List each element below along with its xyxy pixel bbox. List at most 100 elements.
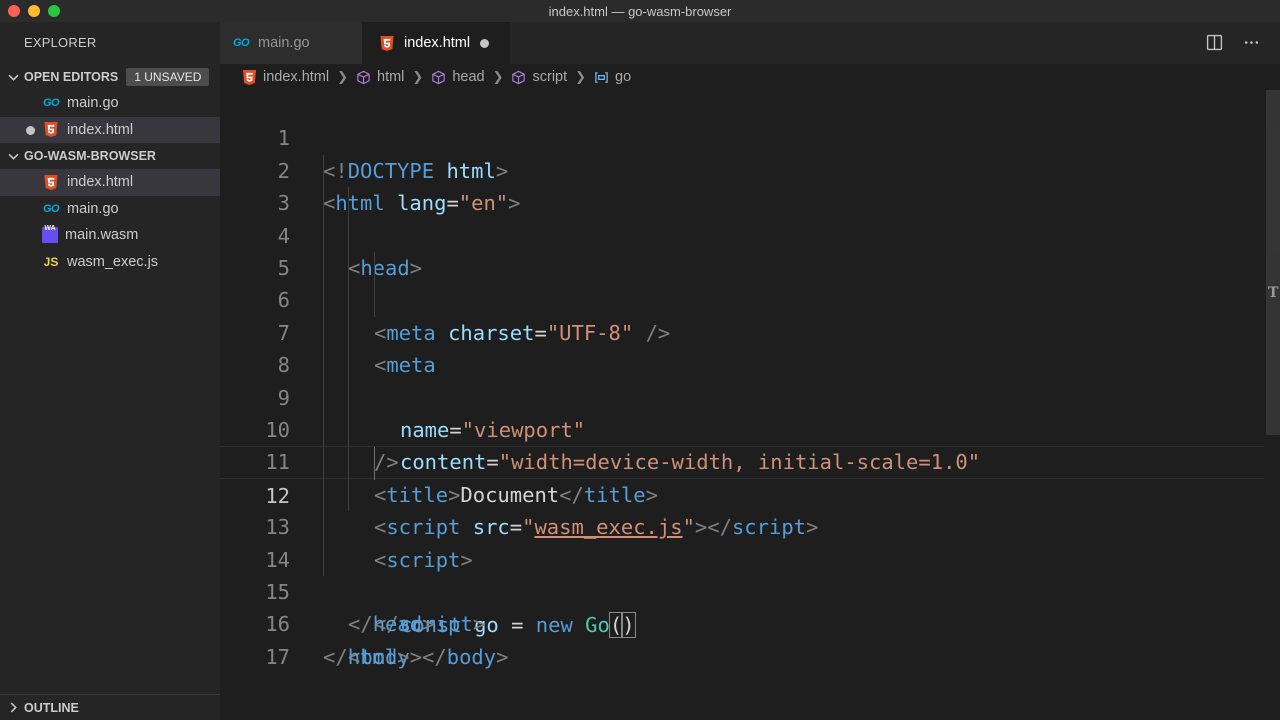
tab-main-go[interactable]: GO main.go — [220, 22, 362, 64]
indent-guide — [323, 349, 324, 382]
breadcrumb: index.html ❯ html ❯ head ❯ script ❯ go — [220, 64, 1280, 90]
code-line: 4 <meta charset="UTF-8" /> — [220, 187, 1264, 345]
breadcrumb-item-head[interactable]: head — [431, 69, 485, 85]
indent-guide — [348, 381, 349, 414]
indent-guide — [374, 447, 375, 480]
js-icon: JS — [43, 254, 59, 269]
editor-actions — [1206, 34, 1260, 56]
file-label: wasm_exec.js — [67, 253, 159, 270]
file-item-index-html[interactable]: index.html — [0, 169, 220, 196]
code-text: </html> — [323, 644, 410, 669]
indent-guide — [374, 252, 375, 285]
file-label: index.html — [67, 174, 134, 190]
chevron-right-icon: ❯ — [492, 69, 504, 84]
indent-guide — [323, 154, 324, 188]
outline-label: OUTLINE — [24, 700, 79, 715]
code-line: 14 </head> — [220, 511, 1264, 636]
indent-guide — [348, 187, 349, 220]
indent-guide — [348, 284, 349, 317]
explorer-sidebar: EXPLORER OPEN EDITORS 1 UNSAVED GO main.… — [0, 22, 220, 720]
indent-guide — [348, 316, 349, 350]
file-label: index.html — [67, 121, 134, 138]
project-label: GO-WASM-BROWSER — [24, 149, 156, 163]
breadcrumb-item-script[interactable]: script — [511, 69, 567, 85]
open-editors-label: OPEN EDITORS — [24, 70, 119, 84]
open-editor-item-index-html[interactable]: index.html — [0, 116, 220, 143]
open-editors-header[interactable]: OPEN EDITORS 1 UNSAVED — [0, 64, 220, 90]
html5-icon — [378, 35, 396, 51]
indent-guide — [348, 219, 349, 252]
code-line: 15 <body></body> — [220, 543, 1264, 669]
breadcrumb-label: html — [377, 69, 405, 85]
code-line: 17 — [220, 608, 1264, 669]
unsaved-dot-icon[interactable] — [480, 38, 490, 48]
indent-guide — [323, 381, 324, 414]
go-icon: GO — [42, 97, 60, 109]
open-editor-item-main-go[interactable]: GO main.go — [0, 90, 220, 117]
file-item-main-wasm[interactable]: WA main.wasm — [0, 222, 220, 249]
code-line: 13 </script> — [220, 478, 1264, 636]
indent-guide — [323, 447, 324, 480]
code-line-current: 12 const go = new Go() — [220, 446, 1264, 639]
html5-icon — [42, 174, 60, 190]
more-actions-icon[interactable] — [1243, 34, 1260, 56]
file-item-wasm-exec-js[interactable]: JS wasm_exec.js — [0, 249, 220, 276]
file-label: main.go — [67, 95, 119, 111]
code-line: 11 <script> — [220, 414, 1264, 572]
code-line: 16 </html> — [220, 576, 1264, 668]
split-editor-icon[interactable] — [1206, 34, 1223, 56]
unsaved-badge: 1 UNSAVED — [126, 68, 210, 86]
tab-index-html[interactable]: index.html — [362, 22, 510, 64]
indent-guide — [374, 284, 375, 317]
chevron-right-icon: ❯ — [575, 69, 587, 84]
unsaved-dot-icon[interactable] — [26, 125, 35, 135]
code-line: 2 <html lang="en"> — [220, 122, 1264, 215]
variable-icon — [594, 70, 609, 85]
html5-icon — [242, 69, 257, 85]
project-header[interactable]: GO-WASM-BROWSER — [0, 143, 220, 169]
code-editor[interactable]: 1 <!DOCTYPE html> 2 <html lang="en"> 3 <… — [220, 90, 1280, 720]
breadcrumb-item-go[interactable]: go — [594, 69, 631, 85]
indent-guide — [323, 316, 324, 350]
chevron-down-icon — [6, 149, 20, 163]
file-label: main.wasm — [65, 227, 139, 243]
code-line: 9 <title>Document</title> — [220, 349, 1264, 507]
breadcrumb-label: script — [532, 69, 568, 85]
code-line: 6 name="viewport" — [220, 252, 1264, 442]
cube-icon — [356, 70, 371, 85]
code-line: 5 <meta — [220, 219, 1264, 377]
indent-guide — [348, 252, 349, 285]
chevron-right-icon: ❯ — [412, 69, 424, 84]
go-icon: GO — [232, 37, 250, 49]
indent-guide — [323, 543, 324, 576]
indent-guide — [323, 478, 324, 512]
file-item-main-go[interactable]: GO main.go — [0, 196, 220, 223]
editor-tab-bar: GO main.go index.html — [220, 22, 1280, 64]
window-title: index.html — go-wasm-browser — [548, 4, 732, 19]
indent-guide — [323, 252, 324, 285]
breadcrumb-label: head — [452, 69, 485, 85]
chevron-down-icon — [6, 70, 20, 84]
indent-guide — [348, 447, 349, 480]
explorer-title: EXPLORER — [24, 35, 97, 50]
code-line: 3 <head> — [220, 154, 1264, 280]
scrollbar-thumb[interactable] — [1266, 90, 1280, 435]
code-line: 7 content="width=device-width, initial-s… — [220, 284, 1264, 474]
line-number: 17 — [265, 644, 290, 669]
cube-icon — [431, 70, 446, 85]
breadcrumb-item-file[interactable]: index.html — [242, 69, 329, 85]
indent-guide — [323, 187, 324, 220]
code-line: 1 <!DOCTYPE html> — [220, 90, 1264, 182]
indent-guide — [348, 414, 349, 447]
title-bar: index.html — go-wasm-browser — [0, 0, 1280, 22]
outline-header[interactable]: OUTLINE — [0, 694, 220, 720]
tab-label: index.html — [404, 35, 471, 51]
indent-guide — [348, 349, 349, 382]
code-line: 10 <script src="wasm_exec.js"></script> — [220, 381, 1264, 539]
breadcrumb-item-html[interactable]: html — [356, 69, 404, 85]
go-icon: GO — [42, 202, 60, 215]
tab-label: main.go — [258, 35, 310, 51]
indent-guide — [323, 219, 324, 252]
indent-guide — [323, 284, 324, 317]
html5-icon — [42, 122, 60, 138]
